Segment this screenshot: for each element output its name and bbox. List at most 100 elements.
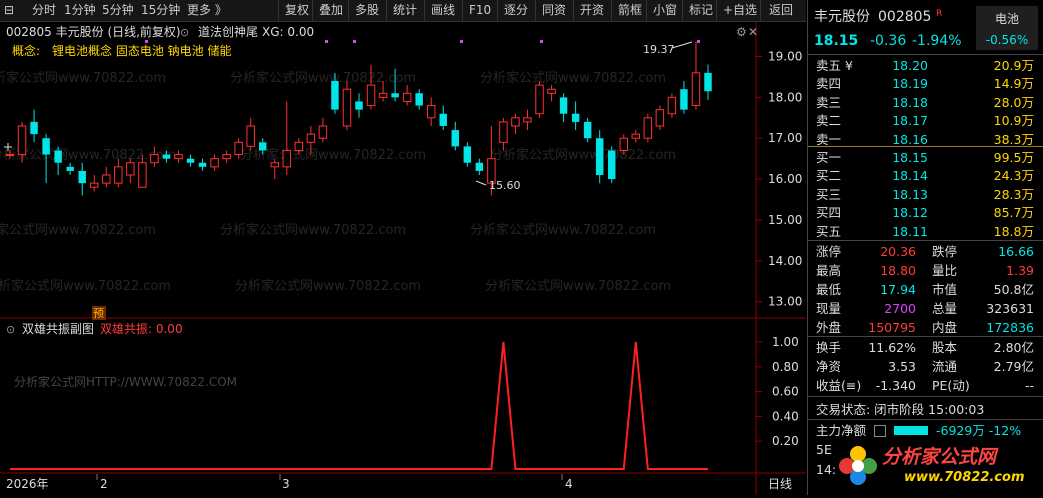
quote-panel: 丰元股份 002805 R 电池 -0.56% 18.15 -0.36 -1.9… — [807, 0, 1043, 495]
chart-area[interactable]: 分析家公式网www.70822.com 分析家公式网www.70822.com 分析… — [0, 22, 806, 495]
candle[interactable] — [535, 81, 544, 118]
stat-key: 跌停 — [932, 244, 958, 259]
sub-title[interactable]: 双雄共振副图 — [22, 321, 94, 336]
stat-row: 最低 17.94 市值 50.8亿 — [808, 280, 1043, 299]
bid-price: 18.14 — [892, 168, 928, 184]
watermark-text: 分析家公式网www.70822.com — [0, 222, 156, 238]
btn-overlay[interactable]: 叠加 — [312, 0, 343, 21]
ask-price: 18.19 — [892, 76, 928, 92]
bid-row[interactable]: 买五 18.11 18.8万 — [808, 222, 1043, 241]
stat-key: 市值 — [932, 282, 958, 297]
btn-byminute[interactable]: 逐分 — [497, 0, 528, 21]
stat-key: 股本 — [932, 340, 958, 355]
indicator-name[interactable]: 道法创神尾 — [198, 25, 258, 39]
btn-adjust[interactable]: 复权 — [278, 0, 309, 21]
tab-15min[interactable]: 15分钟 — [141, 0, 180, 21]
r-badge: R — [936, 9, 943, 19]
ask-row[interactable]: 卖四 18.19 14.9万 — [808, 74, 1043, 93]
ask-row[interactable]: 卖三 18.18 28.0万 — [808, 93, 1043, 112]
collapse-icon[interactable]: ⊙ — [180, 26, 189, 39]
ask-price: 18.17 — [892, 113, 928, 129]
stat-key: 外盘 — [816, 320, 842, 335]
watermark-text: 分析家公式网www.70822.com — [470, 222, 656, 238]
tab-5min[interactable]: 5分钟 — [102, 0, 134, 21]
main-flow-value: -6929万 -12% — [936, 423, 1022, 438]
bid-volume: 18.8万 — [993, 223, 1034, 239]
cut-text-2: 14: — [816, 462, 837, 477]
bid-row[interactable]: 买一 18.15 99.5万 — [808, 148, 1043, 167]
stat-value: 3.53 — [888, 359, 916, 374]
btn-same[interactable]: 同资 — [535, 0, 566, 21]
x-year: 2026年 — [6, 477, 49, 491]
watermark-text: 分析家公式网www.70822.com — [220, 222, 406, 238]
btn-back[interactable]: 返回 — [760, 0, 793, 21]
close-icon[interactable]: ✕ — [748, 25, 758, 39]
stat-key: 内盘 — [932, 320, 958, 335]
y-tick-label: 16.00 — [768, 172, 802, 186]
signal-dot — [145, 40, 148, 43]
stat-value: 150795 — [868, 320, 916, 335]
stat-value: 323631 — [986, 301, 1034, 316]
ask-label: 卖三 — [816, 94, 842, 110]
last-price: 18.15 — [814, 33, 859, 49]
kline-chart[interactable]: 分析家公式网www.70822.com 分析家公式网www.70822.com 分析… — [0, 22, 806, 495]
bid-row[interactable]: 买四 18.12 85.7万 — [808, 203, 1043, 222]
watermark-text: 分析家公式网www.70822.com — [240, 147, 426, 163]
y-tick-label: 18.00 — [768, 90, 802, 104]
ask-volume: 28.0万 — [993, 94, 1034, 110]
bid-volume: 28.3万 — [993, 186, 1034, 202]
btn-small[interactable]: 小窗 — [646, 0, 677, 21]
watermark-text: 分析家公式网www.70822.com — [0, 70, 166, 86]
bid-row[interactable]: 买二 18.14 24.3万 — [808, 166, 1043, 185]
candle[interactable] — [667, 93, 677, 118]
bid-price: 18.11 — [892, 223, 928, 239]
btn-open[interactable]: 开资 — [573, 0, 604, 21]
ask-volume: 10.9万 — [993, 113, 1034, 129]
settings-icon[interactable]: ⚙ — [736, 25, 747, 39]
btn-stats[interactable]: 统计 — [386, 0, 417, 21]
stat-value: 16.66 — [998, 244, 1034, 259]
stat-key: 最低 — [816, 282, 842, 297]
bid-volume: 24.3万 — [993, 168, 1034, 184]
tab-1min[interactable]: 1分钟 — [64, 0, 96, 21]
pre-badge: 预 — [93, 307, 104, 320]
flower-logo-icon — [839, 446, 877, 485]
logo-text: 分析家公式网 — [882, 446, 997, 468]
watermark-text: 分析家公式网www.70822.com — [490, 147, 676, 163]
bid-volume: 99.5万 — [993, 150, 1034, 165]
main-flow-bar — [894, 426, 928, 435]
bid-row[interactable]: 买三 18.13 28.3万 — [808, 185, 1043, 204]
btn-draw[interactable]: 画线 — [424, 0, 455, 21]
btn-multi[interactable]: 多股 — [348, 0, 379, 21]
sub-collapse-icon[interactable]: ⊙ — [6, 323, 15, 336]
minimize-icon[interactable]: ⊟ — [4, 0, 14, 21]
main-flow-icon[interactable] — [874, 425, 886, 437]
stock-code: 002805 — [878, 9, 932, 25]
stat-row: 外盘 150795 内盘 172836 — [808, 318, 1043, 337]
stat-key: 换手 — [816, 340, 842, 355]
stat-key: 总量 — [932, 301, 958, 316]
logo-url: www.70822.com — [904, 470, 1025, 485]
stat-key: PE(动) — [932, 378, 970, 393]
btn-arrow[interactable]: 箭框 — [611, 0, 642, 21]
candle[interactable] — [655, 105, 665, 131]
ask-row[interactable]: 卖二 18.17 10.9万 — [808, 111, 1043, 130]
btn-mark[interactable]: 标记 — [682, 0, 713, 21]
tab-timeshare[interactable]: 分时 — [32, 0, 56, 21]
stat-value: -- — [1024, 378, 1034, 393]
ask-price: 18.18 — [892, 94, 928, 110]
watermark-text: 分析家公式网www.70822.com — [0, 278, 171, 294]
btn-add-watch[interactable]: +自选 — [716, 0, 757, 21]
candle[interactable] — [607, 146, 616, 184]
ask-row[interactable]: 卖五 ¥ 18.20 20.9万 — [808, 56, 1043, 75]
price-change: -0.36 — [870, 33, 907, 49]
sub-y-tick-label: 0.40 — [772, 409, 799, 423]
price-line: 18.15 -0.36 -1.94% — [808, 30, 1043, 52]
x-period[interactable]: 日线 — [768, 477, 792, 491]
candle[interactable] — [643, 113, 653, 143]
watermark-text: 分析家公式网www.70822.com — [480, 70, 666, 86]
x-month-2: 2 — [100, 477, 108, 491]
watermark-text: 分析家公式网www.70822.com — [485, 278, 671, 294]
tab-more[interactable]: 更多 》 — [187, 0, 227, 21]
btn-f10[interactable]: F10 — [462, 0, 491, 21]
